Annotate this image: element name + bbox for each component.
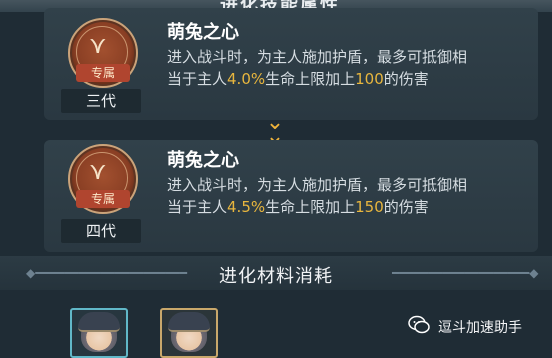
skill-name: 萌兔之心 <box>167 150 239 171</box>
watermark-text: 逗斗加速助手 <box>438 320 522 336</box>
exclusive-tag: 专属 <box>76 190 130 208</box>
desc-line-2: 当于主人4.0%生命上限加上100的伤害 <box>167 68 527 90</box>
shield-flat: 100 <box>355 70 384 88</box>
shield-flat: 150 <box>355 198 384 216</box>
desc-text: 当于主人 <box>167 70 228 88</box>
desc-line-1: 进入战斗时，为主人施加护盾，最多可抵御相 <box>167 176 468 194</box>
material-slot-1[interactable] <box>70 308 128 358</box>
claw-mark-icon: ⋎ <box>89 157 107 185</box>
skill-name: 萌兔之心 <box>167 22 239 43</box>
desc-text: 生命上限加上 <box>265 198 356 216</box>
desc-line-1: 进入战斗时，为主人施加护盾，最多可抵御相 <box>167 48 468 66</box>
claw-mark-icon: ⋎ <box>89 31 107 59</box>
shield-percent: 4.0% <box>227 70 266 88</box>
generation-label: 四代 <box>61 219 141 243</box>
skill-description: 进入战斗时，为主人施加护盾，最多可抵御相 当于主人4.5%生命上限加上150的伤… <box>167 174 527 218</box>
generation-label: 三代 <box>61 89 141 113</box>
desc-text: 生命上限加上 <box>265 70 356 88</box>
desc-text: 的伤害 <box>383 198 429 216</box>
desc-text: 的伤害 <box>383 70 429 88</box>
evolution-card-gen3: ⋎ 专属 三代 萌兔之心 进入战斗时，为主人施加护盾，最多可抵御相 当于主人4.… <box>44 8 538 120</box>
ornament-right-icon: ━━━━━━━━━━━━━━━━━━━◆ <box>392 266 539 280</box>
section-title: 进化材料消耗 <box>219 266 333 287</box>
exclusive-tag: 专属 <box>76 64 130 82</box>
material-slot-2[interactable] <box>160 308 218 358</box>
ornament-left-icon: ◆━━━━━━━━━━━━━━━━━━━━━ <box>26 266 187 280</box>
skill-description: 进入战斗时，为主人施加护盾，最多可抵御相 当于主人4.0%生命上限加上100的伤… <box>167 46 527 90</box>
desc-line-2: 当于主人4.5%生命上限加上150的伤害 <box>167 196 527 218</box>
shield-percent: 4.5% <box>227 198 266 216</box>
skill-badge-icon: ⋎ 专属 <box>68 18 138 88</box>
evolution-card-gen4: ⋎ 专属 四代 萌兔之心 进入战斗时，为主人施加护盾，最多可抵御相 当于主人4.… <box>44 140 538 252</box>
desc-text: 当于主人 <box>167 198 228 216</box>
wechat-icon <box>408 315 430 334</box>
skill-badge-icon: ⋎ 专属 <box>68 144 138 214</box>
